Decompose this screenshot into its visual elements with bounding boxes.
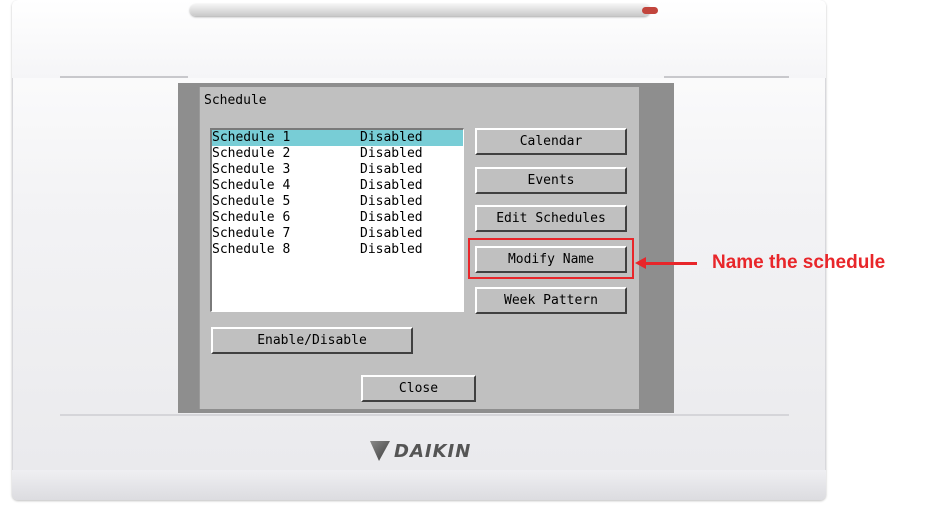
events-button[interactable]: Events xyxy=(475,167,627,194)
schedule-status: Disabled xyxy=(360,130,423,145)
schedule-status: Disabled xyxy=(360,226,423,241)
schedule-status: Disabled xyxy=(360,194,423,209)
schedule-status: Disabled xyxy=(360,210,423,225)
device-edge-left xyxy=(60,76,188,78)
schedule-row[interactable]: Schedule 8 Disabled xyxy=(212,242,463,258)
schedule-name: Schedule 6 xyxy=(212,210,291,225)
dialog-title: Schedule xyxy=(204,93,267,108)
device-base xyxy=(12,470,826,500)
daikin-logo-mark-icon xyxy=(370,441,390,461)
schedule-status: Disabled xyxy=(360,242,423,257)
calendar-button[interactable]: Calendar xyxy=(475,128,627,155)
schedule-name: Schedule 1 xyxy=(212,130,291,145)
modify-name-highlight xyxy=(468,238,634,279)
schedule-name: Schedule 2 xyxy=(212,146,291,161)
schedule-row[interactable]: Schedule 1 Disabled xyxy=(212,130,463,146)
schedule-name: Schedule 8 xyxy=(212,242,291,257)
schedule-row[interactable]: Schedule 7 Disabled xyxy=(212,226,463,242)
schedule-status: Disabled xyxy=(360,162,423,177)
schedule-name: Schedule 5 xyxy=(212,194,291,209)
stylus xyxy=(190,4,650,16)
schedule-row[interactable]: Schedule 4 Disabled xyxy=(212,178,463,194)
device-bottom-edge xyxy=(60,414,789,416)
schedule-row[interactable]: Schedule 2 Disabled xyxy=(212,146,463,162)
close-button[interactable]: Close xyxy=(361,375,476,402)
schedule-status: Disabled xyxy=(360,178,423,193)
device-edge-right xyxy=(664,76,789,78)
daikin-logo: DAIKIN xyxy=(370,438,471,464)
schedule-list[interactable]: Schedule 1 Disabled Schedule 2 Disabled Sche… xyxy=(210,128,464,312)
daikin-logo-text: DAIKIN xyxy=(394,440,472,462)
callout-label: Name the schedule xyxy=(712,252,886,273)
schedule-row[interactable]: Schedule 6 Disabled xyxy=(212,210,463,226)
schedule-name: Schedule 3 xyxy=(212,162,291,177)
callout-arrow-line xyxy=(644,262,697,265)
edit-schedules-button[interactable]: Edit Schedules xyxy=(475,205,627,232)
schedule-status: Disabled xyxy=(360,146,423,161)
schedule-name: Schedule 4 xyxy=(212,178,291,193)
enable-disable-button[interactable]: Enable/Disable xyxy=(211,327,413,354)
stylus-tip xyxy=(642,7,658,14)
schedule-row[interactable]: Schedule 5 Disabled xyxy=(212,194,463,210)
schedule-name: Schedule 7 xyxy=(212,226,291,241)
schedule-row[interactable]: Schedule 3 Disabled xyxy=(212,162,463,178)
week-pattern-button[interactable]: Week Pattern xyxy=(475,287,627,314)
